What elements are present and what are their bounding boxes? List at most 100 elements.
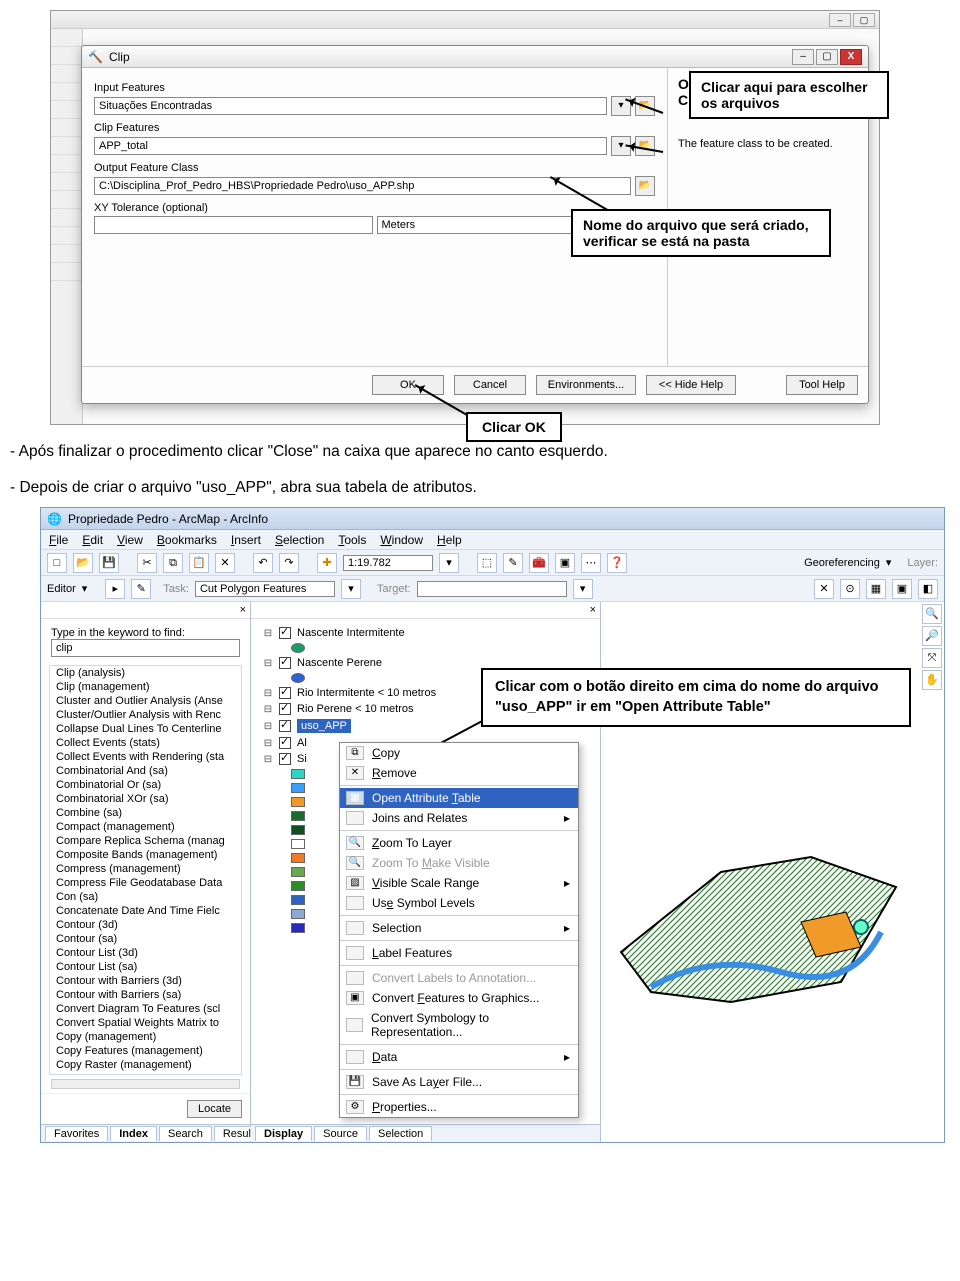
tool-result-item[interactable]: Contour with Barriers (sa) bbox=[50, 988, 241, 1002]
menu-properties[interactable]: ⚙Properties... bbox=[340, 1097, 578, 1117]
menu-save-layer[interactable]: 💾Save As Layer File... bbox=[340, 1072, 578, 1092]
menu-tools[interactable]: Tools bbox=[338, 533, 366, 547]
tool-result-item[interactable]: Convert Spatial Weights Matrix to bbox=[50, 1016, 241, 1030]
layer-name[interactable]: Nascente Intermitente bbox=[297, 627, 405, 639]
tool-result-item[interactable]: Compact (management) bbox=[50, 820, 241, 834]
menu-edit[interactable]: Edit bbox=[82, 533, 103, 547]
scale-input[interactable] bbox=[343, 555, 433, 571]
menu-label-features[interactable]: Label Features bbox=[340, 943, 578, 963]
tab-display[interactable]: Display bbox=[255, 1126, 312, 1141]
menu-view[interactable]: View bbox=[117, 533, 143, 547]
tool-result-item[interactable]: Combinatorial XOr (sa) bbox=[50, 792, 241, 806]
layer-name[interactable]: Rio Perene < 10 metros bbox=[297, 703, 413, 715]
task-value[interactable] bbox=[195, 581, 335, 597]
toc-tabs[interactable]: DisplaySourceSelection bbox=[251, 1124, 600, 1142]
menu-bookmarks[interactable]: Bookmarks bbox=[157, 533, 217, 547]
undo-icon[interactable]: ↶ bbox=[253, 553, 273, 573]
new-icon[interactable]: □ bbox=[47, 553, 67, 573]
tool-result-item[interactable]: Compress File Geodatabase Data bbox=[50, 876, 241, 890]
delete-icon[interactable]: ✕ bbox=[215, 553, 235, 573]
checkbox-icon[interactable] bbox=[279, 720, 291, 732]
save-icon[interactable]: 💾 bbox=[99, 553, 119, 573]
tool-result-item[interactable]: Contour (3d) bbox=[50, 918, 241, 932]
target-value[interactable] bbox=[417, 581, 567, 597]
add-data-icon[interactable]: ✚ bbox=[317, 553, 337, 573]
tool-result-item[interactable]: Contour List (3d) bbox=[50, 946, 241, 960]
layer-uso-app[interactable]: uso_APP bbox=[297, 719, 351, 733]
checkbox-icon[interactable] bbox=[279, 703, 291, 715]
layer-name[interactable]: Al bbox=[297, 737, 307, 749]
misc-icon[interactable]: ⊙ bbox=[840, 579, 860, 599]
dropdown-icon[interactable]: ▾ bbox=[573, 579, 593, 599]
search-input[interactable] bbox=[51, 639, 240, 657]
menu-bar[interactable]: File Edit View Bookmarks Insert Selectio… bbox=[41, 530, 944, 550]
checkbox-icon[interactable] bbox=[279, 753, 291, 765]
dropdown-icon[interactable]: ▾ bbox=[439, 553, 459, 573]
menu-remove[interactable]: ✕Remove bbox=[340, 763, 578, 783]
menu-copy[interactable]: ⧉Copy bbox=[340, 743, 578, 763]
dialog-close-icon[interactable]: X bbox=[840, 49, 862, 65]
misc-icon[interactable]: ✕ bbox=[814, 579, 834, 599]
tool-result-item[interactable]: Composite Bands (management) bbox=[50, 848, 241, 862]
tool-result-item[interactable]: Collect Events (stats) bbox=[50, 736, 241, 750]
misc-icon[interactable]: ▣ bbox=[892, 579, 912, 599]
menu-selection[interactable]: Selection▸ bbox=[340, 918, 578, 938]
tab-index[interactable]: Index bbox=[110, 1126, 157, 1141]
dropdown-icon[interactable]: ▾ bbox=[341, 579, 361, 599]
hide-help-button[interactable]: << Hide Help bbox=[646, 375, 736, 395]
scrollbar[interactable] bbox=[51, 1079, 240, 1089]
menu-open-attribute-table[interactable]: ▦Open Attribute Table bbox=[340, 788, 578, 808]
cancel-button[interactable]: Cancel bbox=[454, 375, 526, 395]
tool-result-item[interactable]: Combinatorial Or (sa) bbox=[50, 778, 241, 792]
command-line-icon[interactable]: ▣ bbox=[555, 553, 575, 573]
layer-name[interactable]: Nascente Perene bbox=[297, 657, 382, 669]
tool-result-item[interactable]: Copy Raster (management) bbox=[50, 1058, 241, 1072]
misc-icon[interactable]: ▦ bbox=[866, 579, 886, 599]
tool-result-item[interactable]: Convert Diagram To Features (scl bbox=[50, 1002, 241, 1016]
misc-icon[interactable]: ◧ bbox=[918, 579, 938, 599]
xy-tolerance-field[interactable] bbox=[94, 216, 373, 234]
menu-help[interactable]: Help bbox=[437, 533, 462, 547]
menu-data[interactable]: Data▸ bbox=[340, 1047, 578, 1067]
layer-name[interactable]: Si bbox=[297, 753, 307, 765]
maximize-icon[interactable]: ▢ bbox=[853, 13, 875, 27]
tool-help-button[interactable]: Tool Help bbox=[786, 375, 858, 395]
menu-insert[interactable]: Insert bbox=[231, 533, 261, 547]
sketch-tool-icon[interactable]: ✎ bbox=[131, 579, 151, 599]
tool-result-item[interactable]: Concatenate Date And Time Fielc bbox=[50, 904, 241, 918]
tool-result-item[interactable]: Clip (analysis) bbox=[50, 666, 241, 680]
tool-result-item[interactable]: Contour List (sa) bbox=[50, 960, 241, 974]
tool-result-item[interactable]: Copy Features (management) bbox=[50, 1044, 241, 1058]
menu-file[interactable]: File bbox=[49, 533, 68, 547]
menu-selection[interactable]: Selection bbox=[275, 533, 324, 547]
full-extent-icon[interactable]: ⤧ bbox=[922, 648, 942, 668]
open-icon[interactable]: 📂 bbox=[73, 553, 93, 573]
tool-result-item[interactable]: Clip (management) bbox=[50, 680, 241, 694]
ok-button[interactable]: OK bbox=[372, 375, 444, 395]
tool-result-item[interactable]: Contour with Barriers (3d) bbox=[50, 974, 241, 988]
input-features-field[interactable] bbox=[94, 97, 607, 115]
tool-result-item[interactable]: Compress (management) bbox=[50, 862, 241, 876]
minimize-icon[interactable]: – bbox=[829, 13, 851, 27]
edit-tool-icon[interactable]: ▸ bbox=[105, 579, 125, 599]
close-panel-icon[interactable]: × bbox=[240, 604, 246, 616]
menu-joins-relates[interactable]: Joins and Relates▸ bbox=[340, 808, 578, 828]
tab-selection[interactable]: Selection bbox=[369, 1126, 432, 1141]
dialog-min-icon[interactable]: – bbox=[792, 49, 814, 65]
menu-convert-features[interactable]: ▣Convert Features to Graphics... bbox=[340, 988, 578, 1008]
copy-icon[interactable]: ⧉ bbox=[163, 553, 183, 573]
tool-result-item[interactable]: Cluster and Outlier Analysis (Anse bbox=[50, 694, 241, 708]
tool-result-item[interactable]: Con (sa) bbox=[50, 890, 241, 904]
tool-results-list[interactable]: Clip (analysis)Clip (management)Cluster … bbox=[49, 665, 242, 1075]
browse-output-icon[interactable]: 📂 bbox=[635, 176, 655, 196]
editor-toolbar-icon[interactable]: ✎ bbox=[503, 553, 523, 573]
dialog-max-icon[interactable]: ▢ bbox=[816, 49, 838, 65]
editor-menu[interactable]: Editor bbox=[47, 583, 76, 595]
zoom-in-icon[interactable]: 🔍 bbox=[922, 604, 942, 624]
environments-button[interactable]: Environments... bbox=[536, 375, 636, 395]
menu-convert-symbology[interactable]: Convert Symbology to Representation... bbox=[340, 1008, 578, 1042]
checkbox-icon[interactable] bbox=[279, 687, 291, 699]
arctoolbox-icon[interactable]: 🧰 bbox=[529, 553, 549, 573]
tool-result-item[interactable]: Copy (management) bbox=[50, 1030, 241, 1044]
whatsthis-icon[interactable]: ❓ bbox=[607, 553, 627, 573]
